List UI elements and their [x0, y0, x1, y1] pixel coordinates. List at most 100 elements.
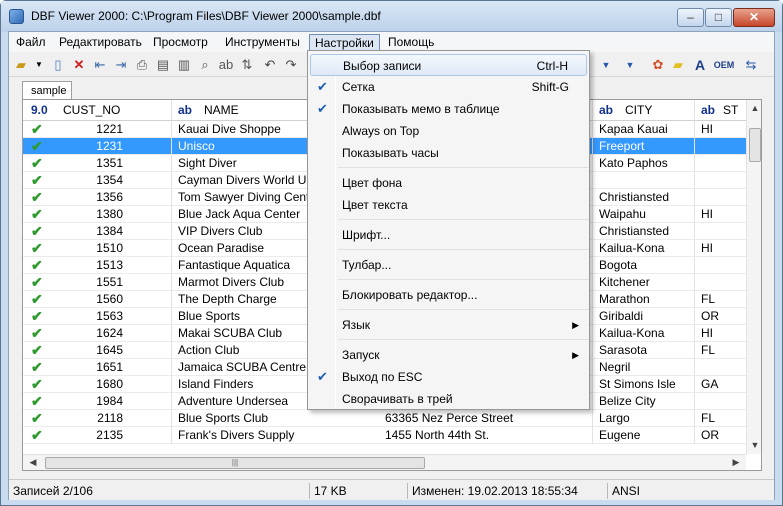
cell-city[interactable]: Waipahu — [592, 206, 694, 223]
table-row[interactable]: ✔ 2135 Frank's Divers Supply 1455 North 44t… — [23, 427, 746, 444]
cell-city[interactable] — [592, 172, 694, 189]
cell-cust-no[interactable]: 1513 — [63, 257, 123, 274]
cell-cust-no[interactable]: 2135 — [63, 427, 123, 444]
cell-city[interactable]: Christiansted — [592, 189, 694, 206]
sort-icon[interactable]: ▼ — [621, 56, 639, 74]
note-icon[interactable]: ▰ — [669, 56, 687, 74]
cell-city[interactable]: Kailua-Kona — [592, 325, 694, 342]
move-first-icon[interactable]: ⇤ — [91, 56, 109, 74]
menu-edit[interactable]: Редактировать — [54, 34, 147, 51]
cell-cust-no[interactable]: 1984 — [63, 393, 123, 410]
title-bar[interactable]: DBF Viewer 2000: C:\Program Files\DBF Vi… — [1, 1, 782, 32]
move-last-icon[interactable]: ⇥ — [112, 56, 130, 74]
scroll-up-icon[interactable]: ▲ — [747, 103, 761, 113]
cell-cust-no[interactable]: 1354 — [63, 172, 123, 189]
menu-item[interactable]: Always on Top — [310, 120, 587, 142]
menu-item[interactable]: Цвет текста — [310, 194, 587, 216]
header-city[interactable]: ab CITY — [592, 100, 694, 121]
scroll-down-icon[interactable]: ▼ — [747, 440, 761, 450]
print-icon[interactable]: ⎙ — [133, 56, 151, 74]
cell-city[interactable]: Largo — [592, 410, 694, 427]
menu-item[interactable]: Сворачивать в трей — [310, 388, 587, 410]
menu-settings[interactable]: Настройки — [309, 34, 380, 51]
horizontal-scroll-thumb[interactable]: ||| — [45, 457, 425, 469]
menu-item[interactable]: Показывать часы — [310, 142, 587, 164]
cell-city[interactable]: Marathon — [592, 291, 694, 308]
cell-city[interactable]: Kailua-Kona — [592, 240, 694, 257]
scroll-right-icon[interactable]: ▶ — [728, 457, 744, 468]
cell-city[interactable]: Kapaa Kauai — [592, 121, 694, 138]
menu-tools[interactable]: Инструменты — [220, 34, 305, 51]
cell-state[interactable]: FL — [694, 410, 746, 427]
cell-name[interactable]: Frank's Divers Supply — [171, 427, 377, 444]
cell-city[interactable]: Giribaldi — [592, 308, 694, 325]
cell-cust-no[interactable]: 1551 — [63, 274, 123, 291]
cell-cust-no[interactable]: 2118 — [63, 410, 123, 427]
export-icon[interactable]: ▤ — [154, 56, 172, 74]
cell-state[interactable] — [694, 172, 746, 189]
cell-state[interactable]: GA — [694, 376, 746, 393]
down-arrow-icon[interactable]: ▼ — [597, 56, 615, 74]
cell-cust-no[interactable]: 1680 — [63, 376, 123, 393]
cell-state[interactable]: HI — [694, 206, 746, 223]
find-icon[interactable]: ⌕ — [196, 56, 214, 74]
vertical-scroll-thumb[interactable] — [749, 128, 761, 162]
open-folder-icon[interactable]: ▰ — [12, 56, 30, 74]
cell-city[interactable]: St Simons Isle — [592, 376, 694, 393]
horizontal-scrollbar[interactable]: ◀ ||| ▶ — [23, 454, 746, 470]
menu-item[interactable]: ✔ Выход по ESC — [310, 366, 587, 388]
cell-cust-no[interactable]: 1351 — [63, 155, 123, 172]
cell-city[interactable]: Kitchener — [592, 274, 694, 291]
cell-city[interactable]: Sarasota — [592, 342, 694, 359]
tab-sample[interactable]: sample — [22, 81, 72, 100]
cell-state[interactable]: OR — [694, 427, 746, 444]
menu-item[interactable]: ✔ Показывать мемо в таблице — [310, 98, 587, 120]
cell-state[interactable] — [694, 257, 746, 274]
menu-help[interactable]: Помощь — [383, 34, 439, 51]
cell-cust-no[interactable]: 1231 — [63, 138, 123, 155]
menu-item[interactable]: Язык ▶ — [310, 314, 587, 336]
header-cust-no[interactable]: 9.0 CUST_NO — [23, 100, 171, 121]
oem-button[interactable]: OEM — [712, 56, 736, 74]
vertical-scrollbar[interactable]: ▲ ▼ — [746, 100, 761, 454]
cell-state[interactable] — [694, 223, 746, 240]
cell-city[interactable]: Christiansted — [592, 223, 694, 240]
undo-icon[interactable]: ↶ — [261, 56, 279, 74]
cell-state[interactable] — [694, 393, 746, 410]
import-icon[interactable]: ▥ — [175, 56, 193, 74]
cell-cust-no[interactable]: 1384 — [63, 223, 123, 240]
color-palette-icon[interactable]: ✿ — [649, 56, 667, 74]
menu-file[interactable]: Файл — [11, 34, 51, 51]
menu-item[interactable]: Блокировать редактор... — [310, 284, 587, 306]
cell-city[interactable]: Kato Paphos — [592, 155, 694, 172]
cell-state[interactable] — [694, 138, 746, 155]
cell-state[interactable]: HI — [694, 121, 746, 138]
cell-city[interactable]: Eugene — [592, 427, 694, 444]
cell-city[interactable]: Bogota — [592, 257, 694, 274]
table-row[interactable]: ✔ 2118 Blue Sports Club 63365 Nez Perce Str… — [23, 410, 746, 427]
cell-cust-no[interactable]: 1651 — [63, 359, 123, 376]
cell-state[interactable] — [694, 189, 746, 206]
menu-item[interactable]: Цвет фона — [310, 172, 587, 194]
cell-state[interactable]: FL — [694, 291, 746, 308]
font-icon[interactable]: A — [691, 56, 709, 74]
cell-state[interactable]: HI — [694, 240, 746, 257]
cell-state[interactable] — [694, 155, 746, 172]
menu-item[interactable]: Шрифт... — [310, 224, 587, 246]
menu-item[interactable]: Запуск ▶ — [310, 344, 587, 366]
cell-city[interactable]: Belize City — [592, 393, 694, 410]
cell-cust-no[interactable]: 1356 — [63, 189, 123, 206]
redo-icon[interactable]: ↷ — [282, 56, 300, 74]
menu-item[interactable]: Тулбар... — [310, 254, 587, 276]
header-state[interactable]: ab ST — [694, 100, 746, 121]
menu-item[interactable]: ✔ Сетка Shift-G — [310, 76, 587, 98]
cell-addr[interactable]: 1455 North 44th St. — [377, 427, 592, 444]
delete-icon[interactable]: ✕ — [70, 56, 88, 74]
replace-icon[interactable]: ab — [217, 56, 235, 74]
menu-item[interactable]: Выбор записи Ctrl-H — [310, 54, 587, 76]
cell-cust-no[interactable]: 1645 — [63, 342, 123, 359]
cell-cust-no[interactable]: 1563 — [63, 308, 123, 325]
cell-addr[interactable]: 63365 Nez Perce Street — [377, 410, 592, 427]
cell-state[interactable]: OR — [694, 308, 746, 325]
minimize-button[interactable]: – — [677, 8, 704, 27]
